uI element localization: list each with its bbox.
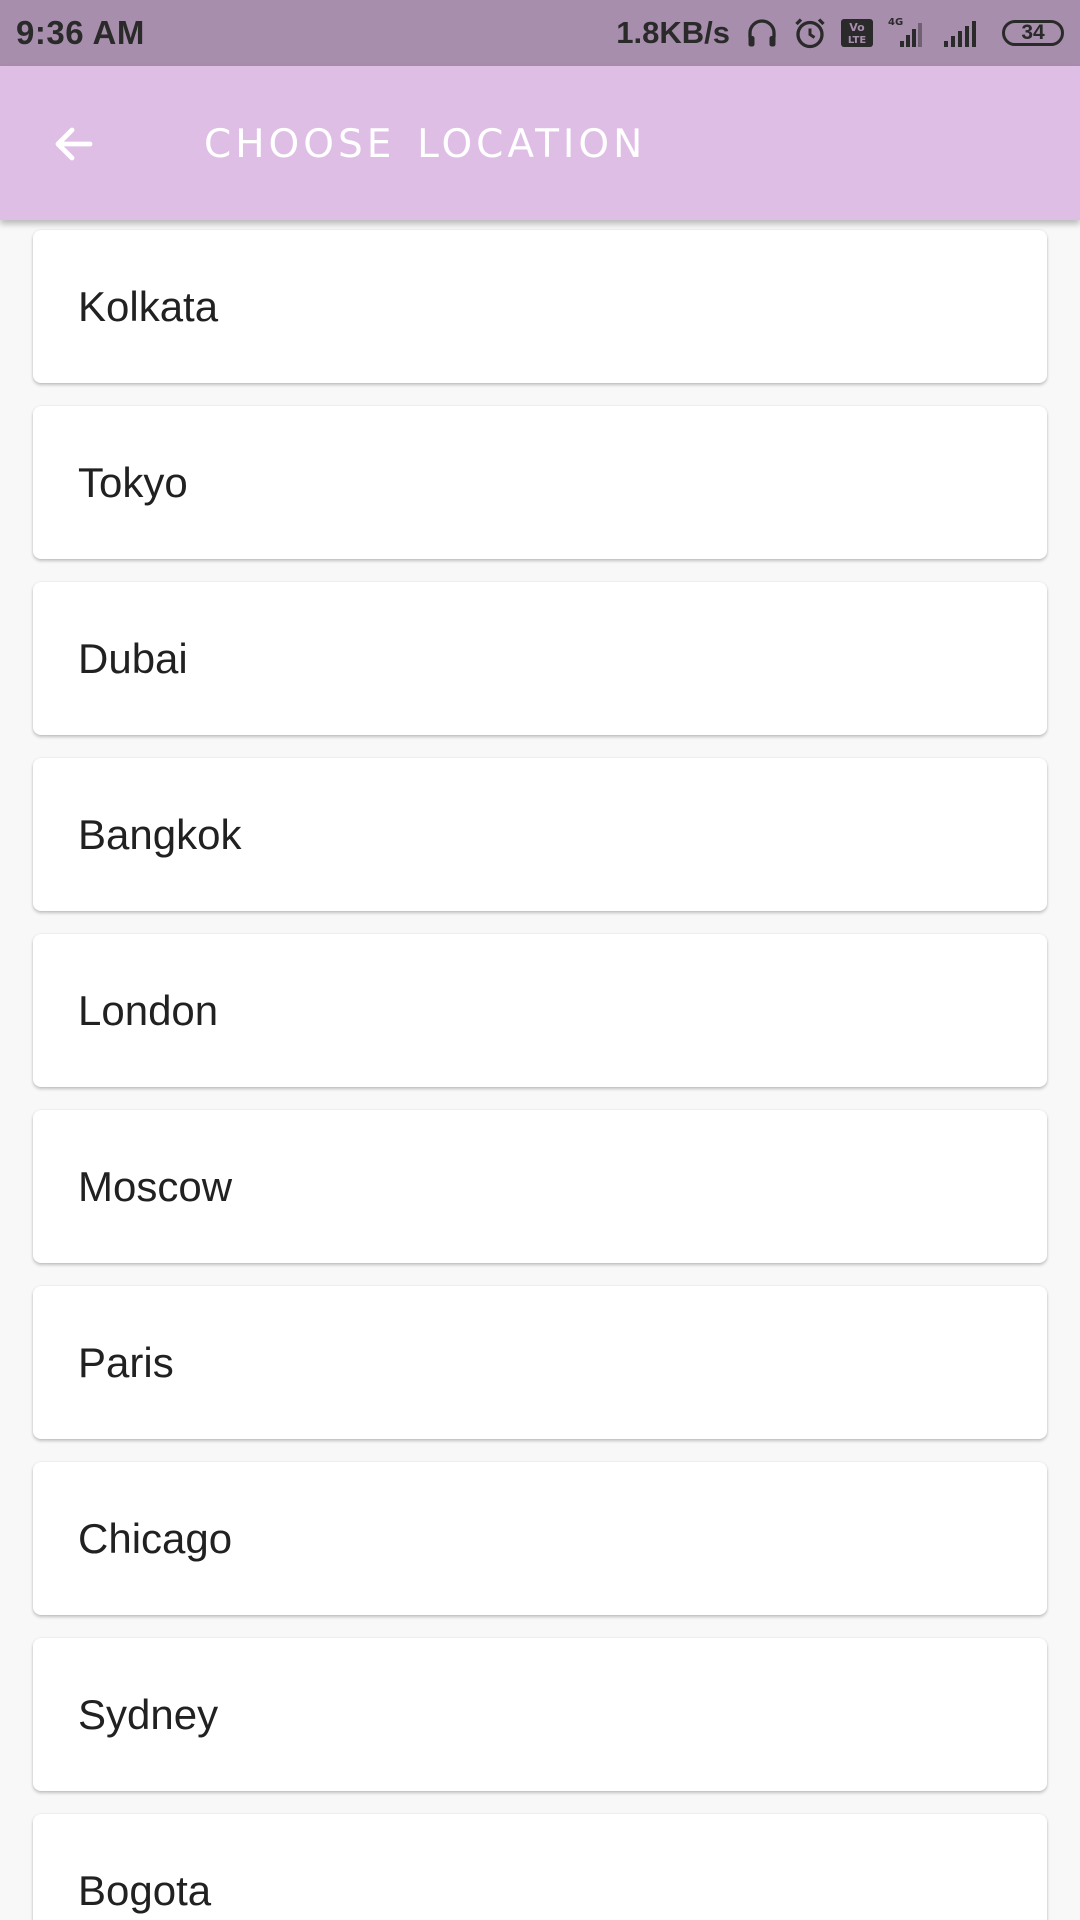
volte-text-bottom: LTE — [848, 35, 867, 46]
status-icons: 1.8KB/s Vo LTE 4G 34 — [616, 15, 1064, 51]
location-label: Paris — [78, 1338, 174, 1386]
location-label: Bogota — [78, 1866, 212, 1914]
location-card[interactable]: Paris — [33, 1286, 1047, 1439]
signal-icon — [942, 15, 982, 51]
location-card[interactable]: Chicago — [33, 1462, 1047, 1615]
location-card[interactable]: Bogota — [33, 1814, 1047, 1920]
alarm-icon — [792, 15, 828, 51]
location-card[interactable]: Kolkata — [33, 230, 1047, 383]
app-bar: Choose Location — [0, 66, 1080, 220]
volte-text-top: Vo — [849, 21, 865, 34]
status-time: 9:36 AM — [16, 14, 145, 51]
location-label: Moscow — [78, 1162, 233, 1210]
location-card[interactable]: Moscow — [33, 1110, 1047, 1263]
location-card[interactable]: Tokyo — [33, 406, 1047, 559]
signal-4g-icon: 4G — [886, 15, 930, 51]
location-list[interactable]: Kolkata Tokyo Dubai Bangkok London Moscow Pari… — [0, 220, 1080, 1920]
location-label: Bangkok — [78, 810, 242, 858]
arrow-left-icon — [50, 120, 98, 173]
network-speed: 1.8KB/s — [616, 15, 730, 50]
status-bar: 9:36 AM 1.8KB/s Vo LTE 4G 34 — [0, 0, 1080, 66]
location-card[interactable]: Bangkok — [33, 758, 1047, 911]
location-label: Tokyo — [78, 458, 188, 506]
back-button[interactable] — [42, 114, 106, 178]
network-type-label: 4G — [888, 17, 903, 28]
location-label: Kolkata — [78, 282, 219, 330]
location-label: Chicago — [78, 1514, 233, 1562]
headphones-icon — [744, 15, 780, 51]
location-card[interactable]: London — [33, 934, 1047, 1087]
page-title: Choose Location — [204, 106, 647, 171]
location-label: Dubai — [78, 634, 188, 682]
location-card[interactable]: Dubai — [33, 582, 1047, 735]
battery-icon: 34 — [1002, 20, 1064, 46]
location-card[interactable]: Sydney — [33, 1638, 1047, 1791]
location-label: Sydney — [78, 1690, 219, 1738]
volte-icon: Vo LTE — [840, 18, 874, 48]
location-label: London — [78, 986, 219, 1034]
